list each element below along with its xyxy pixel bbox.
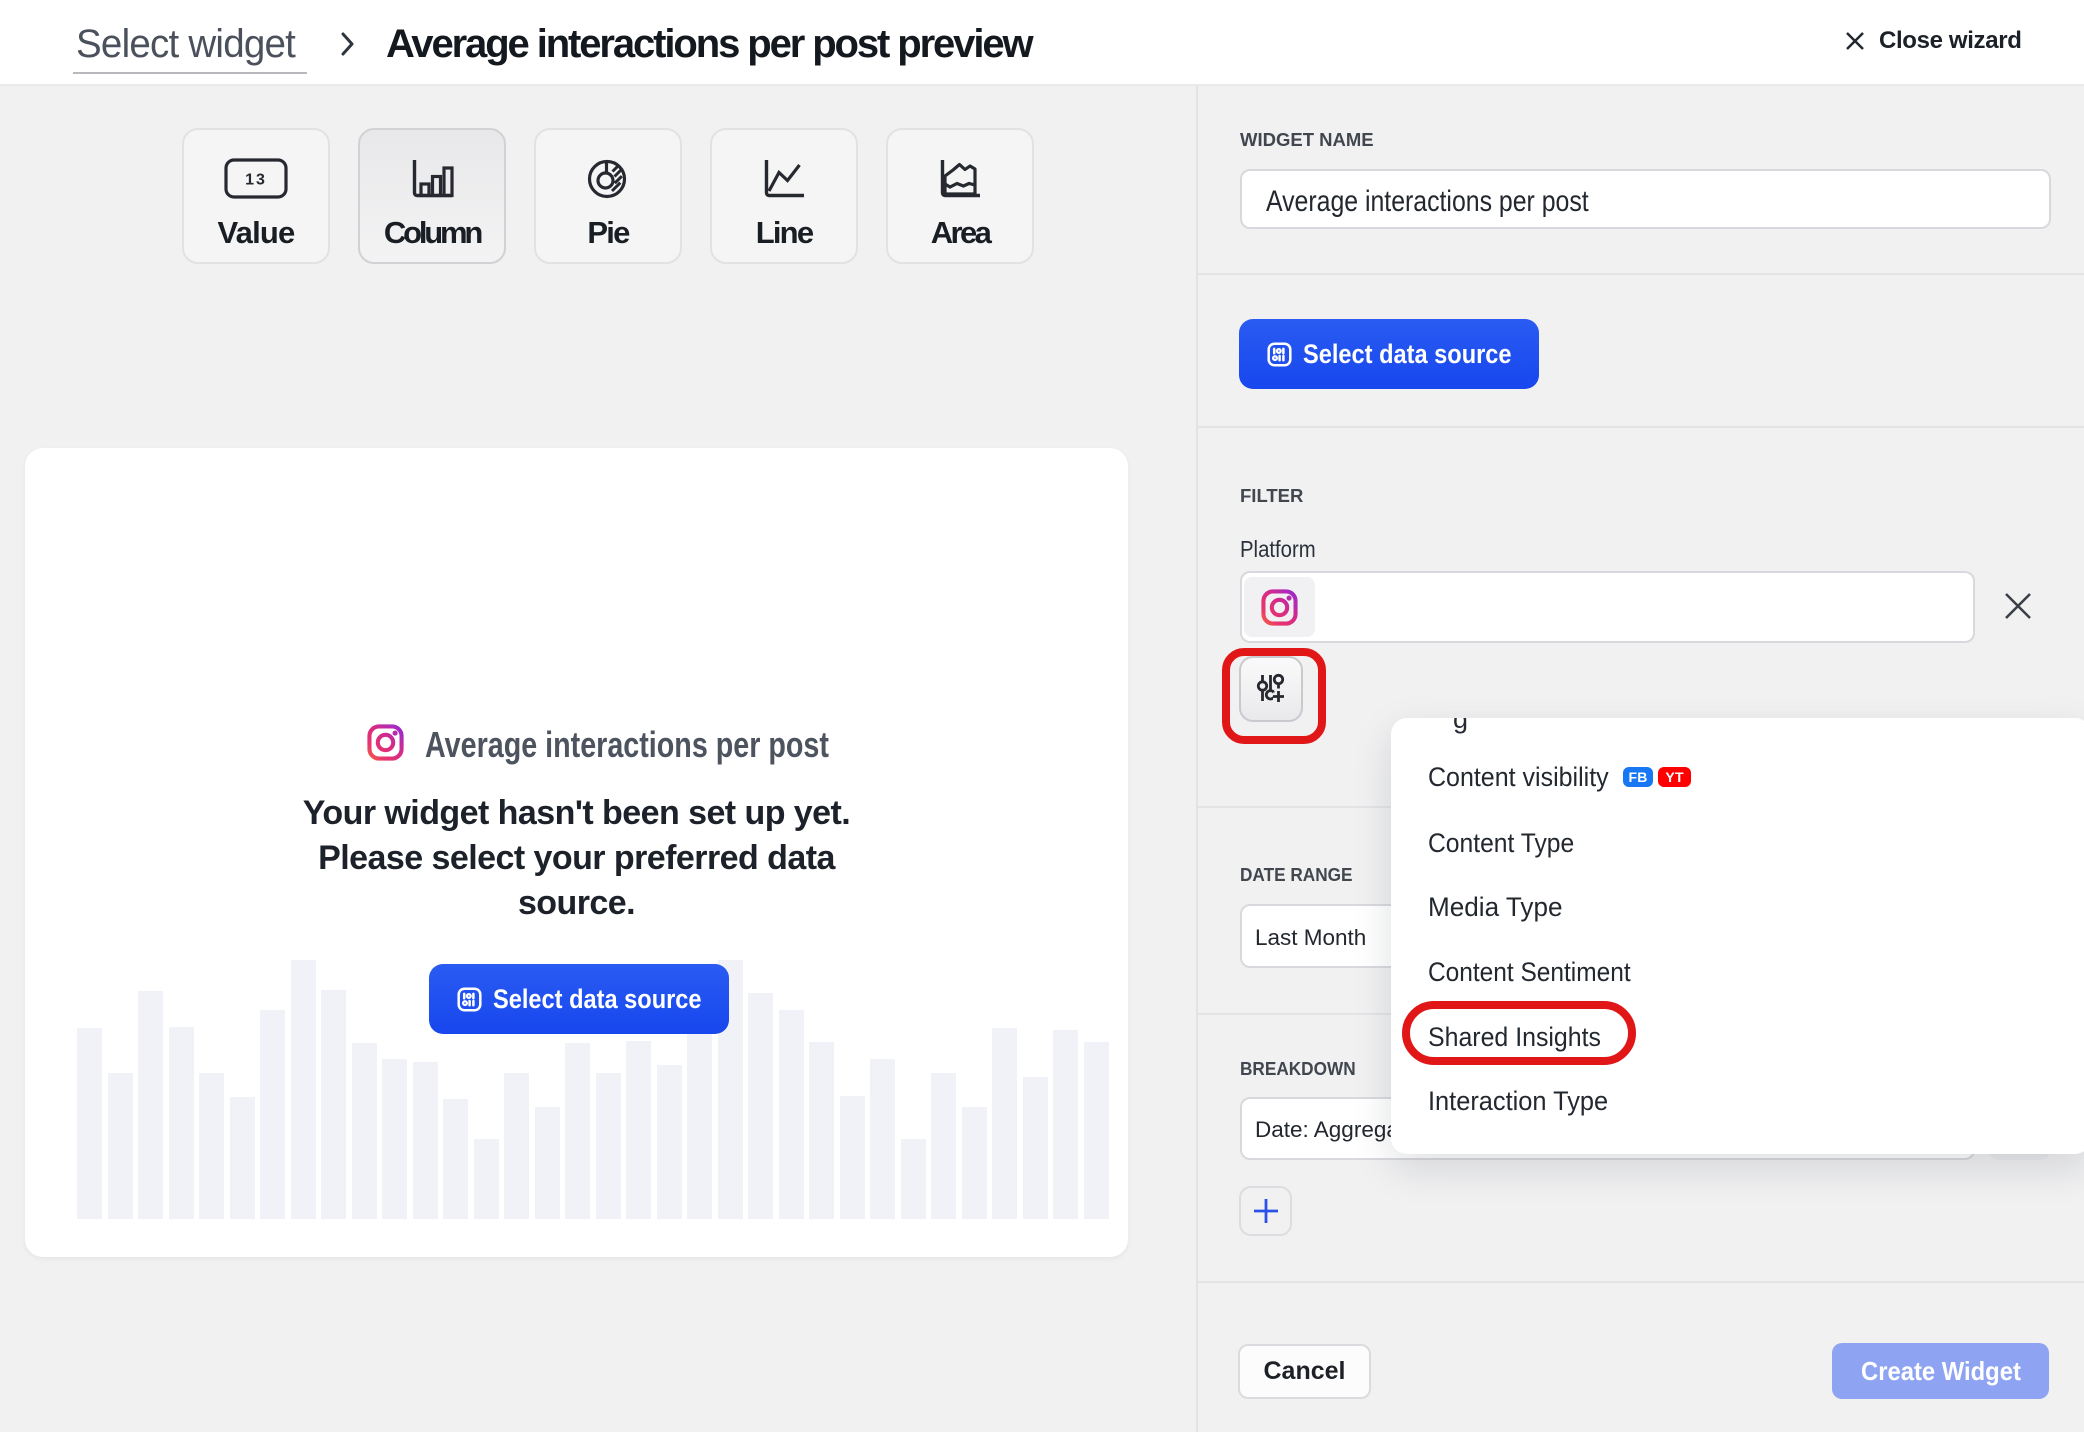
- svg-text:13: 13: [245, 172, 267, 189]
